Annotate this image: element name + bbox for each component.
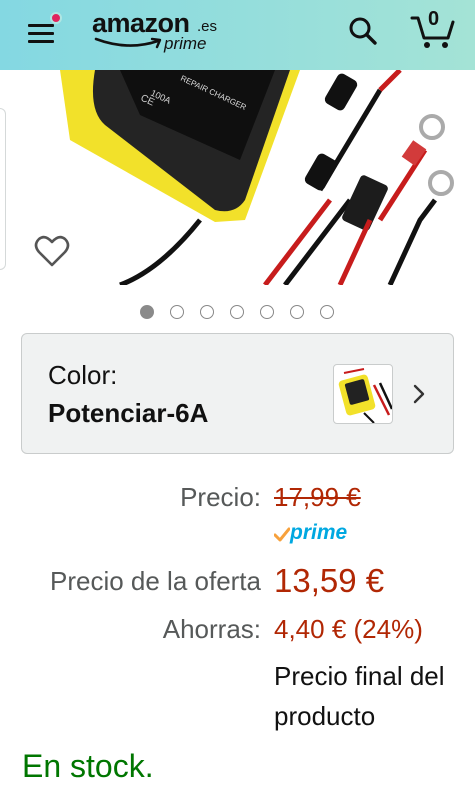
logo-smile-icon	[94, 37, 162, 49]
color-value: Potenciar-6A	[48, 398, 209, 428]
cart-button[interactable]: 0	[410, 8, 456, 50]
image-dot-1[interactable]	[140, 305, 154, 319]
search-icon	[349, 17, 377, 45]
menu-icon-bar	[28, 32, 54, 35]
availability-status: En stock.	[22, 748, 154, 784]
notification-dot	[50, 12, 62, 24]
prime-check-icon	[274, 527, 290, 542]
heart-outline-icon	[34, 235, 70, 267]
top-nav-bar: amazon .es prime 0	[0, 0, 475, 70]
amazon-prime-logo[interactable]: amazon .es prime	[92, 8, 232, 60]
image-dot-2[interactable]	[170, 305, 184, 319]
deal-price-label: Precio de la oferta	[49, 566, 261, 596]
image-dot-4[interactable]	[230, 305, 244, 319]
chevron-right-icon	[413, 384, 425, 404]
savings-value: 4,40 € (24%)	[274, 614, 423, 644]
search-button[interactable]	[346, 14, 380, 48]
final-price-note: Precio final del producto	[274, 661, 445, 731]
wishlist-button[interactable]	[34, 234, 70, 268]
menu-icon-bar	[28, 40, 54, 43]
image-dot-5[interactable]	[260, 305, 274, 319]
deal-price: 13,59 €	[274, 562, 385, 599]
list-price-label: Precio:	[180, 482, 261, 512]
prime-badge: prime	[274, 521, 364, 547]
image-dot-3[interactable]	[200, 305, 214, 319]
variation-thumbnail	[333, 364, 393, 424]
logo-prime: prime	[164, 34, 207, 53]
battery-charger-photo: 100A REPAIR CHARGER CE	[60, 70, 454, 285]
image-dot-7[interactable]	[320, 305, 334, 319]
prime-label: prime	[290, 521, 348, 544]
list-price: 17,99 €	[274, 482, 361, 512]
menu-icon	[28, 24, 54, 27]
product-image[interactable]: 100A REPAIR CHARGER CE	[0, 70, 475, 285]
previous-image-edge[interactable]	[0, 108, 6, 270]
color-variation-selector[interactable]: Color: Potenciar-6A	[21, 333, 454, 454]
image-dot-6[interactable]	[290, 305, 304, 319]
logo-tld: .es	[197, 18, 218, 35]
savings-label: Ahorras:	[162, 614, 261, 644]
menu-button[interactable]	[26, 12, 62, 46]
charger-thumbnail-image	[338, 368, 392, 423]
cart-count: 0	[428, 8, 440, 30]
color-label: Color:	[48, 360, 118, 390]
